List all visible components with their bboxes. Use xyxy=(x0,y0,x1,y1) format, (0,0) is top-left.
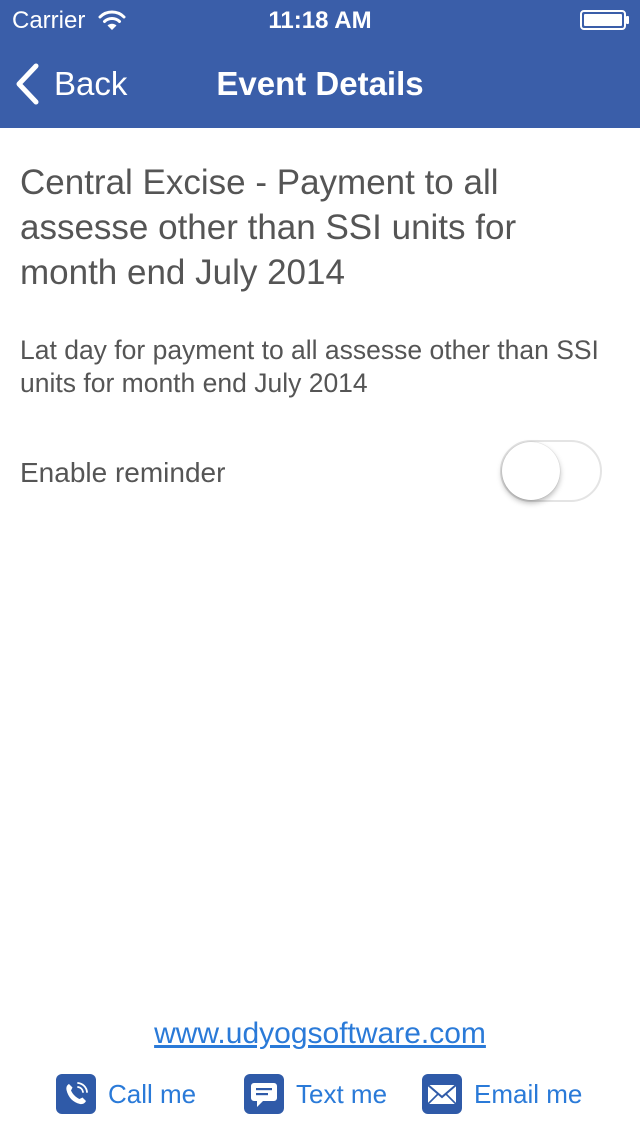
toggle-knob xyxy=(502,442,560,500)
status-bar: Carrier 11:18 AM xyxy=(0,0,640,40)
navigation-bar: Back Event Details xyxy=(0,40,640,128)
text-me-label: Text me xyxy=(296,1079,388,1109)
enable-reminder-toggle[interactable] xyxy=(500,440,602,502)
envelope-icon xyxy=(422,1074,462,1114)
battery-icon xyxy=(580,10,629,30)
text-me-button[interactable]: Text me xyxy=(244,1074,387,1114)
call-me-label: Call me xyxy=(108,1079,197,1109)
event-description: Lat day for payment to all assesse other… xyxy=(20,335,599,398)
status-time: 11:18 AM xyxy=(268,7,372,34)
website-link[interactable]: www.udyogsoftware.com xyxy=(0,1016,640,1052)
phone-icon xyxy=(56,1074,96,1114)
enable-reminder-label: Enable reminder xyxy=(20,457,226,488)
event-title: Central Excise - Payment to all assesse … xyxy=(20,163,517,292)
email-me-button[interactable]: Email me xyxy=(422,1074,582,1114)
chat-bubble-icon xyxy=(244,1074,284,1114)
app-header: Carrier 11:18 AM Back Event Details xyxy=(0,0,640,128)
call-me-button[interactable]: Call me xyxy=(56,1074,196,1114)
page-title: Event Details xyxy=(216,65,424,102)
email-me-label: Email me xyxy=(474,1079,583,1109)
